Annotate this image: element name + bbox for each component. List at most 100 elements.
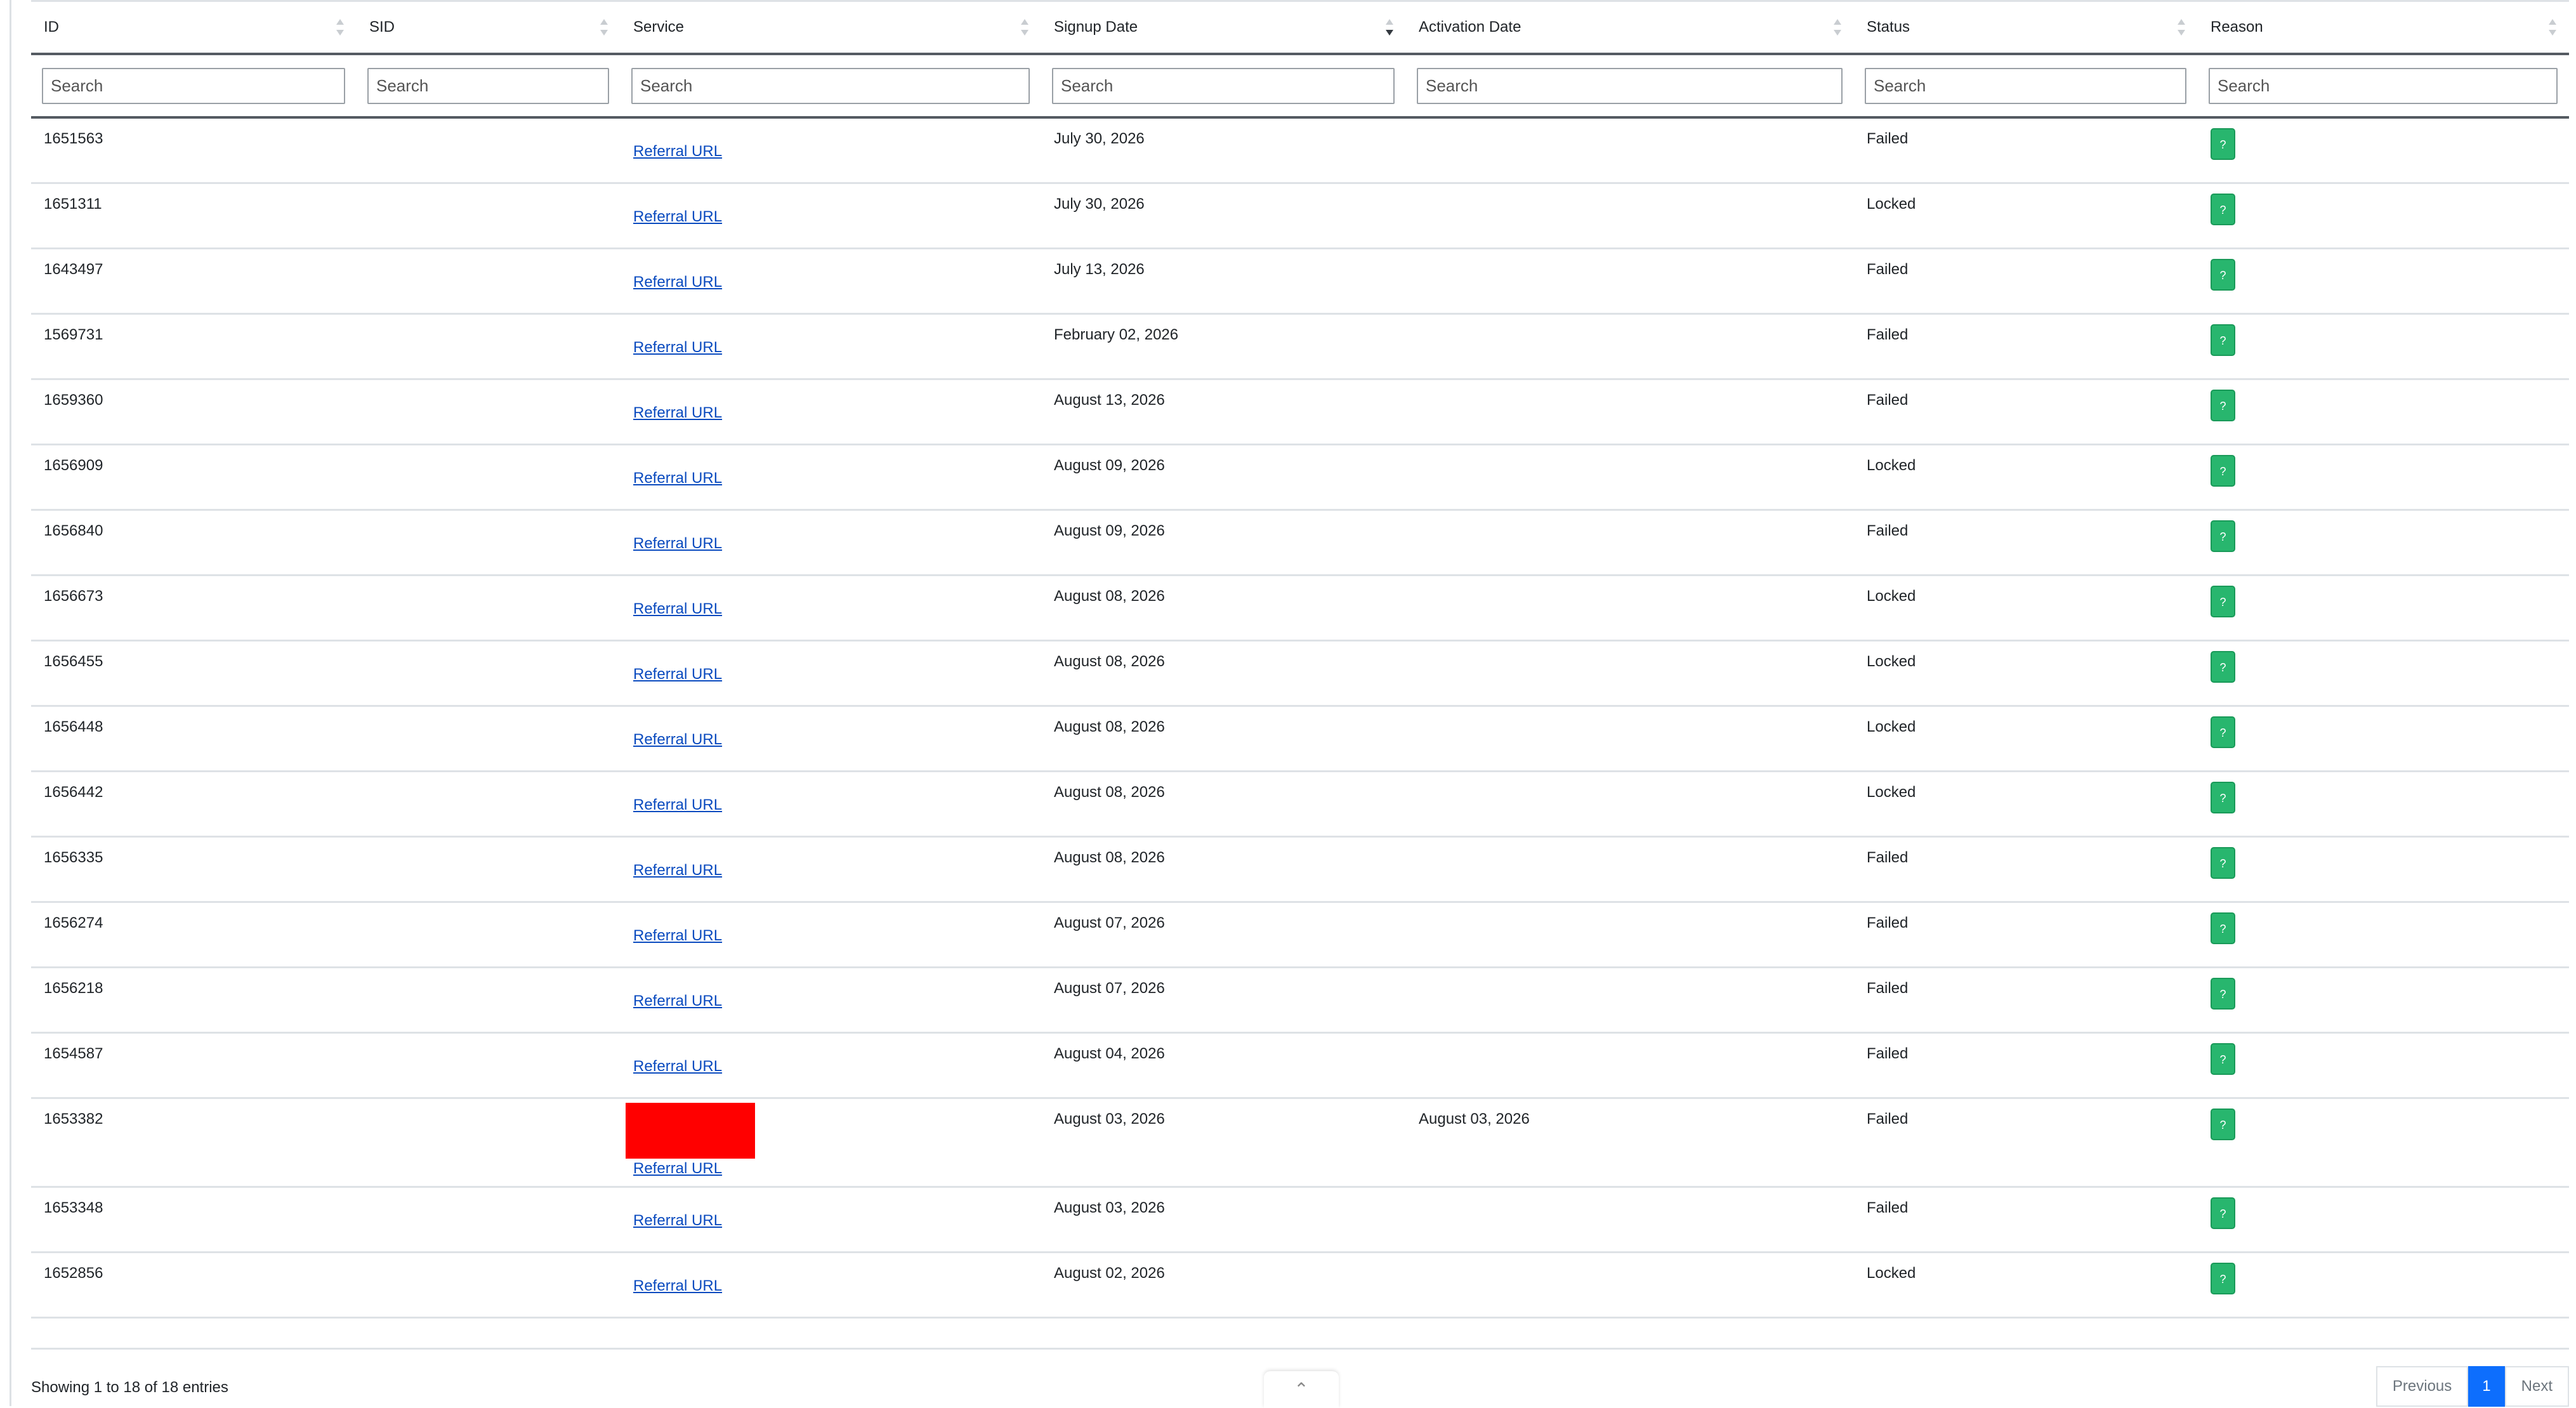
referral-url-link[interactable]: Referral URL <box>633 130 1041 161</box>
service-spacer <box>633 968 1041 980</box>
row-sid <box>369 119 621 130</box>
signup-date-cell: August 08, 2026 <box>1041 771 1406 838</box>
referral-url-link[interactable]: Referral URL <box>633 1265 1041 1295</box>
id-search-input[interactable] <box>42 67 345 104</box>
reason-cell: ? <box>2198 1098 2569 1188</box>
reason-help-button[interactable]: ? <box>2211 454 2235 487</box>
row-id: 1656218 <box>44 979 103 997</box>
id-cell: 1569731 <box>31 313 357 380</box>
reason-help-button[interactable]: ? <box>2211 389 2235 421</box>
row-id: 1656673 <box>44 587 103 605</box>
status-search-input[interactable] <box>1865 67 2186 104</box>
sid-cell <box>357 379 621 445</box>
page-1-button[interactable]: 1 <box>2468 1366 2505 1407</box>
row-signup-date: August 07, 2026 <box>1054 979 1165 997</box>
column-header-label: Reason <box>2211 18 2263 36</box>
service-spacer <box>633 119 1041 130</box>
referral-url-link[interactable]: Referral URL <box>633 588 1041 618</box>
row-activation-date <box>1419 838 1854 849</box>
scroll-to-top-button[interactable]: ⌃ <box>1264 1371 1339 1408</box>
referral-url-link[interactable]: Referral URL <box>633 980 1041 1010</box>
activation-date-cell <box>1406 575 1854 641</box>
row-status: Failed <box>1867 1044 1909 1062</box>
sid-cell <box>357 836 621 903</box>
reason-help-button[interactable]: ? <box>2211 650 2235 683</box>
column-header-signup-date[interactable]: Signup Date <box>1041 0 1406 55</box>
service-spacer <box>633 315 1041 326</box>
activation-date-search-input[interactable] <box>1417 67 1843 104</box>
reason-help-button[interactable]: ? <box>2211 977 2235 1010</box>
signup-date-search-input[interactable] <box>1052 67 1395 104</box>
referral-url-link[interactable]: Referral URL <box>633 391 1041 422</box>
row-signup-date: August 09, 2026 <box>1054 456 1165 474</box>
id-cell: 1652856 <box>31 1252 357 1319</box>
row-status: Failed <box>1867 848 1909 866</box>
reason-cell: ? <box>2198 1187 2569 1253</box>
reason-help-button[interactable]: ? <box>2211 781 2235 813</box>
row-signup-date: August 03, 2026 <box>1054 1199 1165 1216</box>
reason-help-button[interactable]: ? <box>2211 1262 2235 1294</box>
reason-help-button[interactable]: ? <box>2211 1043 2235 1075</box>
referral-url-link[interactable]: Referral URL <box>633 1045 1041 1076</box>
referral-url-link[interactable]: Referral URL <box>633 326 1041 357</box>
column-header-sid[interactable]: SID <box>357 0 621 55</box>
reason-help-button[interactable]: ? <box>2211 258 2235 291</box>
service-cell: Referral URL <box>621 1032 1041 1099</box>
column-header-id[interactable]: ID <box>31 0 357 55</box>
service-search-input[interactable] <box>631 67 1030 104</box>
column-header-label: Service <box>633 18 685 36</box>
filter-cell <box>1854 54 2198 119</box>
status-cell: Failed <box>1854 836 2198 903</box>
previous-page-button[interactable]: Previous <box>2376 1366 2469 1407</box>
signup-date-cell: February 02, 2026 <box>1041 313 1406 380</box>
reason-help-button[interactable]: ? <box>2211 585 2235 617</box>
column-header-status[interactable]: Status <box>1854 0 2198 55</box>
reason-help-button[interactable]: ? <box>2211 193 2235 225</box>
referral-url-link[interactable]: Referral URL <box>633 718 1041 749</box>
row-signup-date: August 02, 2026 <box>1054 1264 1165 1282</box>
row-activation-date <box>1419 576 1854 588</box>
referral-url-link[interactable]: Referral URL <box>633 914 1041 945</box>
reason-help-button[interactable]: ? <box>2211 846 2235 879</box>
reason-help-button[interactable]: ? <box>2211 324 2235 356</box>
reason-help-button[interactable]: ? <box>2211 128 2235 160</box>
reason-search-input[interactable] <box>2209 67 2558 104</box>
reason-cell: ? <box>2198 444 2569 511</box>
service-spacer <box>633 1253 1041 1265</box>
referral-url-link[interactable]: Referral URL <box>633 1199 1041 1230</box>
row-signup-date: February 02, 2026 <box>1054 326 1179 343</box>
sid-search-input[interactable] <box>367 67 609 104</box>
service-cell: Referral URL <box>621 706 1041 772</box>
id-cell: 1643497 <box>31 248 357 315</box>
reason-help-button[interactable]: ? <box>2211 716 2235 748</box>
reason-help-button[interactable]: ? <box>2211 520 2235 552</box>
referral-url-link[interactable]: Referral URL <box>633 653 1041 683</box>
row-status: Locked <box>1867 195 1916 213</box>
column-header-activation-date[interactable]: Activation Date <box>1406 0 1854 55</box>
row-status: Failed <box>1867 914 1909 931</box>
column-header-service[interactable]: Service <box>621 0 1041 55</box>
sort-icon <box>1834 18 1841 36</box>
row-activation-date <box>1419 903 1854 914</box>
reason-help-button[interactable]: ? <box>2211 1108 2235 1140</box>
column-header-reason[interactable]: Reason <box>2198 0 2569 55</box>
reason-help-button[interactable]: ? <box>2211 912 2235 944</box>
referral-url-link[interactable]: Referral URL <box>633 849 1041 879</box>
referral-url-link[interactable]: Referral URL <box>633 522 1041 553</box>
table-row: 1652856 Referral URL August 02, 2026 Locke… <box>31 1252 2569 1319</box>
reason-help-button[interactable]: ? <box>2211 1197 2235 1229</box>
service-cell: Referral URL <box>621 1252 1041 1319</box>
activation-date-cell <box>1406 1187 1854 1253</box>
service-cell: Referral URL <box>621 183 1041 249</box>
referral-url-link[interactable]: Referral URL <box>633 261 1041 291</box>
filter-row <box>31 54 2569 119</box>
table-row: 1651311 Referral URL July 30, 2026 Locked? <box>31 183 2569 249</box>
referral-url-link[interactable]: Referral URL <box>633 1159 1041 1178</box>
referral-url-link[interactable]: Referral URL <box>633 195 1041 226</box>
referral-url-link[interactable]: Referral URL <box>633 457 1041 487</box>
row-status: Failed <box>1867 1199 1909 1216</box>
referral-url-link[interactable]: Referral URL <box>633 784 1041 814</box>
service-spacer <box>633 903 1041 914</box>
next-page-button[interactable]: Next <box>2504 1366 2569 1407</box>
reason-cell: ? <box>2198 575 2569 641</box>
